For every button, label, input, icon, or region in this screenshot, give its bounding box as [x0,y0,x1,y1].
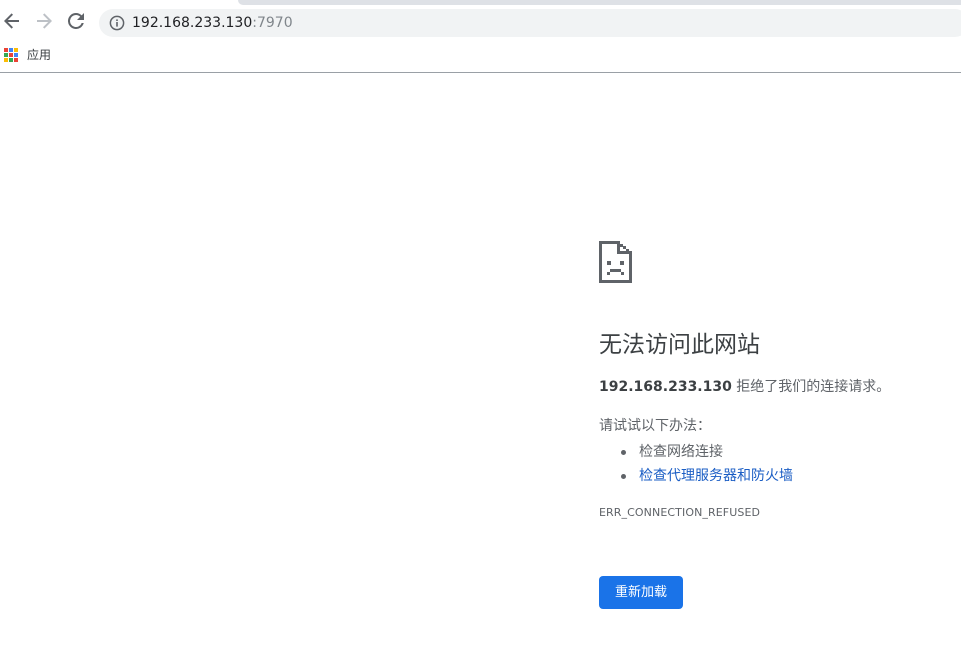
error-summary: 192.168.233.130 拒绝了我们的连接请求。 [599,377,890,397]
address-bar[interactable]: 192.168.233.130:7970 [99,9,961,37]
arrow-right-icon [37,13,52,29]
url-host: 192.168.233.130 [132,15,253,31]
browser-toolbar: 192.168.233.130:7970 [0,5,961,41]
info-circle-icon[interactable] [109,15,125,31]
reload-browser-button[interactable] [64,9,88,33]
proxy-firewall-link[interactable]: 检查代理服务器和防火墙 [639,468,793,484]
apps-shortcut[interactable]: 应用 [4,47,51,63]
back-button[interactable] [0,9,24,33]
suggestions-list: 检查网络连接 检查代理服务器和防火墙 [599,440,793,488]
reload-page-button[interactable]: 重新加载 [599,576,683,609]
error-summary-text: 拒绝了我们的连接请求。 [731,379,891,395]
apps-grid-icon [4,48,18,62]
suggestion-text: 检查网络连接 [639,444,723,460]
reload-icon [68,13,84,29]
apps-label: 应用 [27,48,52,62]
error-host: 192.168.233.130 [599,379,732,395]
bookmarks-bar: 应用 [0,41,961,73]
suggestions-heading: 请试试以下办法： [599,418,711,434]
error-title: 无法访问此网站 [599,332,760,358]
sad-page-icon [599,241,632,283]
arrow-left-icon [4,13,19,29]
suggestion-check-proxy: 检查代理服务器和防火墙 [599,464,793,488]
forward-button[interactable] [32,9,56,33]
url-port: :7970 [252,15,293,31]
url-text[interactable]: 192.168.233.130:7970 [132,15,293,31]
suggestion-check-network: 检查网络连接 [599,440,793,464]
error-code: ERR_CONNECTION_REFUSED [599,506,761,519]
